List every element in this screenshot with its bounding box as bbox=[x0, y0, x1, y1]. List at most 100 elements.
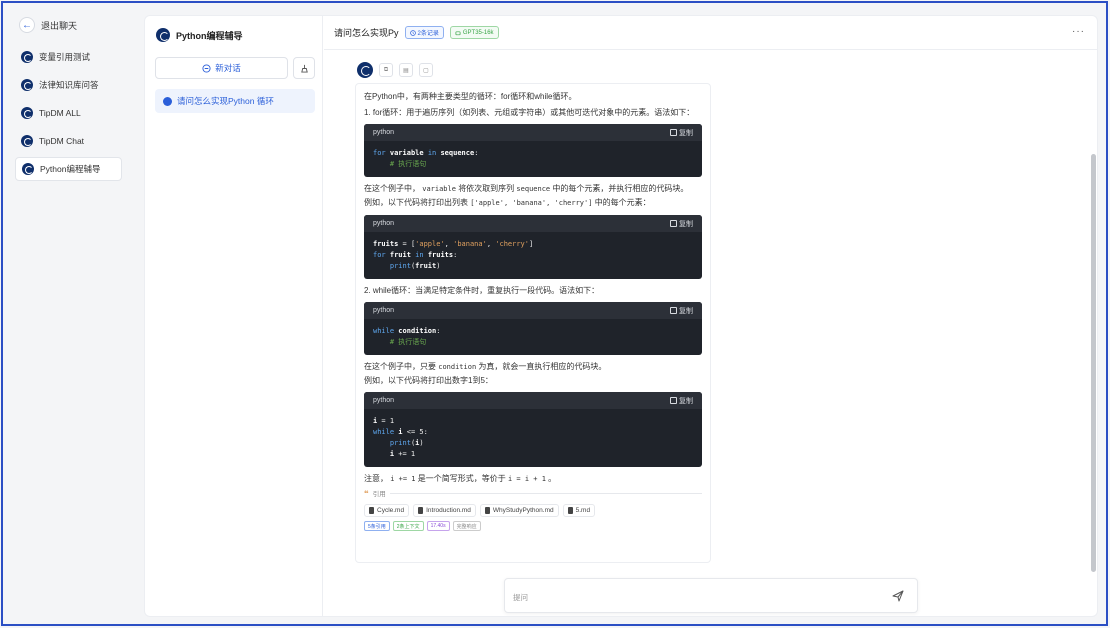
app-item-variable-test[interactable]: 变量引用测试 bbox=[15, 45, 122, 69]
chat-input-box bbox=[504, 578, 918, 613]
full-response-badge[interactable]: 完整响应 bbox=[452, 521, 481, 531]
main-card: Python编程辅导 新对话 请问怎么实现Python 循环 请问怎么实现Py … bbox=[144, 15, 1098, 617]
copy-icon: ⧉ bbox=[383, 66, 389, 73]
chat-bubble-icon bbox=[163, 96, 172, 106]
quote-label: 引用 bbox=[372, 491, 386, 498]
scrollbar-track[interactable] bbox=[1091, 50, 1097, 616]
chat-area: 请问怎么实现Py 2条记录 GPT35-16k ··· ⧉ ▤ ▢ 在Pytho… bbox=[324, 16, 1097, 616]
app-logo-icon bbox=[22, 163, 34, 175]
app-item-label: 法律知识库问答 bbox=[39, 80, 99, 90]
scrollbar-thumb[interactable] bbox=[1091, 154, 1096, 572]
answer-paragraph: 在Python中，有两种主要类型的循环：for循环和while循环。 bbox=[364, 92, 577, 101]
copy-icon bbox=[670, 397, 677, 404]
arrow-left-icon: ← bbox=[19, 17, 35, 33]
delete-message-button[interactable]: ▤ bbox=[399, 63, 413, 77]
quote-file-chip[interactable]: WhyStudyPython.md bbox=[479, 504, 559, 517]
code-body: while condition: # 执行语句 bbox=[373, 327, 441, 346]
quote-file-chip[interactable]: Introduction.md bbox=[413, 504, 476, 517]
chat-sidebar-header: Python编程辅导 bbox=[156, 26, 243, 44]
code-language: python bbox=[373, 220, 395, 227]
quote-file-chip[interactable]: 5.md bbox=[562, 504, 596, 517]
copy-label: 复制 bbox=[679, 220, 693, 228]
answer-paragraph: 2. while循环：当满足特定条件时，重复执行一段代码。语法如下： bbox=[364, 286, 600, 295]
model-tag: GPT35-16k bbox=[449, 26, 499, 39]
app-item-law-qa[interactable]: 法律知识库问答 bbox=[15, 73, 122, 97]
document-icon bbox=[567, 507, 573, 514]
app-sidebar: ← 退出聊天 变量引用测试 法律知识库问答 TipDM ALL TipDM Ch… bbox=[3, 3, 131, 624]
app-logo-icon bbox=[156, 28, 170, 42]
chat-title: 请问怎么实现Py bbox=[334, 28, 399, 38]
copy-icon bbox=[670, 307, 677, 314]
answer-paragraph: 1. for循环：用于遍历序列（如列表、元组或字符串）或其他可迭代对象中的元素。… bbox=[364, 108, 695, 117]
code-body: fruits = ['apple', 'banana', 'cherry'] f… bbox=[373, 240, 534, 270]
code-block-header: python 复制 bbox=[364, 302, 702, 319]
answer-paragraph: 例如，以下代码将打印出列表 ['apple', 'banana', 'cherr… bbox=[364, 198, 651, 207]
code-body: i = 1 while i <= 5: print(i) i += 1 bbox=[373, 417, 428, 458]
copy-code-button[interactable]: 复制 bbox=[670, 128, 693, 138]
response-time-badge: 17.40s bbox=[426, 521, 450, 531]
app-window: ← 退出聊天 变量引用测试 法律知识库问答 TipDM ALL TipDM Ch… bbox=[1, 1, 1108, 626]
code-language: python bbox=[373, 397, 395, 404]
chat-sidebar-title: Python编程辅导 bbox=[176, 30, 243, 41]
trash-icon: ▤ bbox=[403, 67, 409, 74]
chat-input[interactable] bbox=[513, 590, 873, 604]
answer-paragraph: 在这个例子中， variable 将依次取到序列 sequence 中的每个元素… bbox=[364, 184, 689, 193]
message-toolbar: ⧉ ▤ ▢ bbox=[357, 62, 433, 78]
history-item[interactable]: 请问怎么实现Python 循环 bbox=[155, 89, 315, 113]
exit-chat-button[interactable]: ← 退出聊天 bbox=[19, 15, 77, 35]
code-block-header: python 复制 bbox=[364, 392, 702, 409]
response-badges: 5条引用 2条上下文 17.40s 完整响应 bbox=[364, 521, 702, 531]
document-icon bbox=[484, 507, 490, 514]
answer-paragraph: 注意， i += 1 是一个简写形式，等价于 i = i + 1 。 bbox=[364, 474, 557, 483]
new-chat-button[interactable]: 新对话 bbox=[155, 57, 288, 79]
code-language: python bbox=[373, 129, 395, 136]
bot-avatar bbox=[357, 62, 373, 78]
app-item-label: TipDM ALL bbox=[39, 108, 81, 118]
app-item-tipdm-all[interactable]: TipDM ALL bbox=[15, 101, 122, 125]
app-logo-icon bbox=[21, 135, 33, 147]
history-item-label: 请问怎么实现Python 循环 bbox=[177, 96, 274, 106]
copy-icon bbox=[670, 220, 677, 227]
quote-icon: ❝ bbox=[364, 488, 369, 498]
record-count-tag[interactable]: 2条记录 bbox=[404, 26, 444, 39]
answer-paragraph: 例如，以下代码将打印出数字1到5： bbox=[364, 376, 493, 385]
chat-add-icon bbox=[202, 63, 211, 73]
code-body: for variable in sequence: # 执行语句 bbox=[373, 149, 479, 168]
comment-icon: ▢ bbox=[423, 67, 429, 74]
app-logo-icon bbox=[21, 79, 33, 91]
more-options-button[interactable]: ··· bbox=[1072, 26, 1085, 37]
code-block-header: python 复制 bbox=[364, 124, 702, 141]
copy-label: 复制 bbox=[679, 397, 693, 405]
copy-message-button[interactable]: ⧉ bbox=[379, 63, 393, 77]
code-block: python 复制 i = 1 while i <= 5: print(i) i… bbox=[364, 392, 702, 467]
clear-history-button[interactable] bbox=[293, 57, 315, 79]
app-list: 变量引用测试 法律知识库问答 TipDM ALL TipDM Chat Pyth… bbox=[15, 45, 122, 185]
quote-files: Cycle.md Introduction.md WhyStudyPython.… bbox=[364, 504, 702, 517]
send-button[interactable] bbox=[891, 589, 905, 603]
quote-count-badge[interactable]: 5条引用 bbox=[364, 521, 390, 531]
document-icon bbox=[418, 507, 424, 514]
code-block-header: python 复制 bbox=[364, 215, 702, 232]
app-logo-icon bbox=[21, 107, 33, 119]
model-label: GPT35-16k bbox=[462, 29, 494, 36]
model-icon bbox=[455, 30, 461, 35]
code-block: python 复制 fruits = ['apple', 'banana', '… bbox=[364, 215, 702, 279]
copy-code-button[interactable]: 复制 bbox=[670, 306, 693, 316]
app-item-tipdm-chat[interactable]: TipDM Chat bbox=[15, 129, 122, 153]
feedback-message-button[interactable]: ▢ bbox=[419, 63, 433, 77]
app-item-label: Python编程辅导 bbox=[40, 164, 101, 174]
copy-icon bbox=[670, 129, 677, 136]
copy-label: 复制 bbox=[679, 129, 693, 137]
copy-code-button[interactable]: 复制 bbox=[670, 219, 693, 229]
code-block: python 复制 for variable in sequence: # 执行… bbox=[364, 124, 702, 177]
copy-label: 复制 bbox=[679, 307, 693, 315]
context-count-badge[interactable]: 2条上下文 bbox=[392, 521, 424, 531]
answer-paragraph: 在这个例子中，只要 condition 为真，就会一直执行相应的代码块。 bbox=[364, 362, 607, 371]
clock-icon bbox=[409, 29, 416, 36]
app-item-label: 变量引用测试 bbox=[39, 52, 91, 62]
chat-header: 请问怎么实现Py 2条记录 GPT35-16k ··· bbox=[324, 16, 1097, 50]
quote-file-chip[interactable]: Cycle.md bbox=[364, 504, 410, 517]
copy-code-button[interactable]: 复制 bbox=[670, 396, 693, 406]
app-item-python-tutor[interactable]: Python编程辅导 bbox=[15, 157, 122, 181]
app-item-label: TipDM Chat bbox=[39, 136, 85, 146]
